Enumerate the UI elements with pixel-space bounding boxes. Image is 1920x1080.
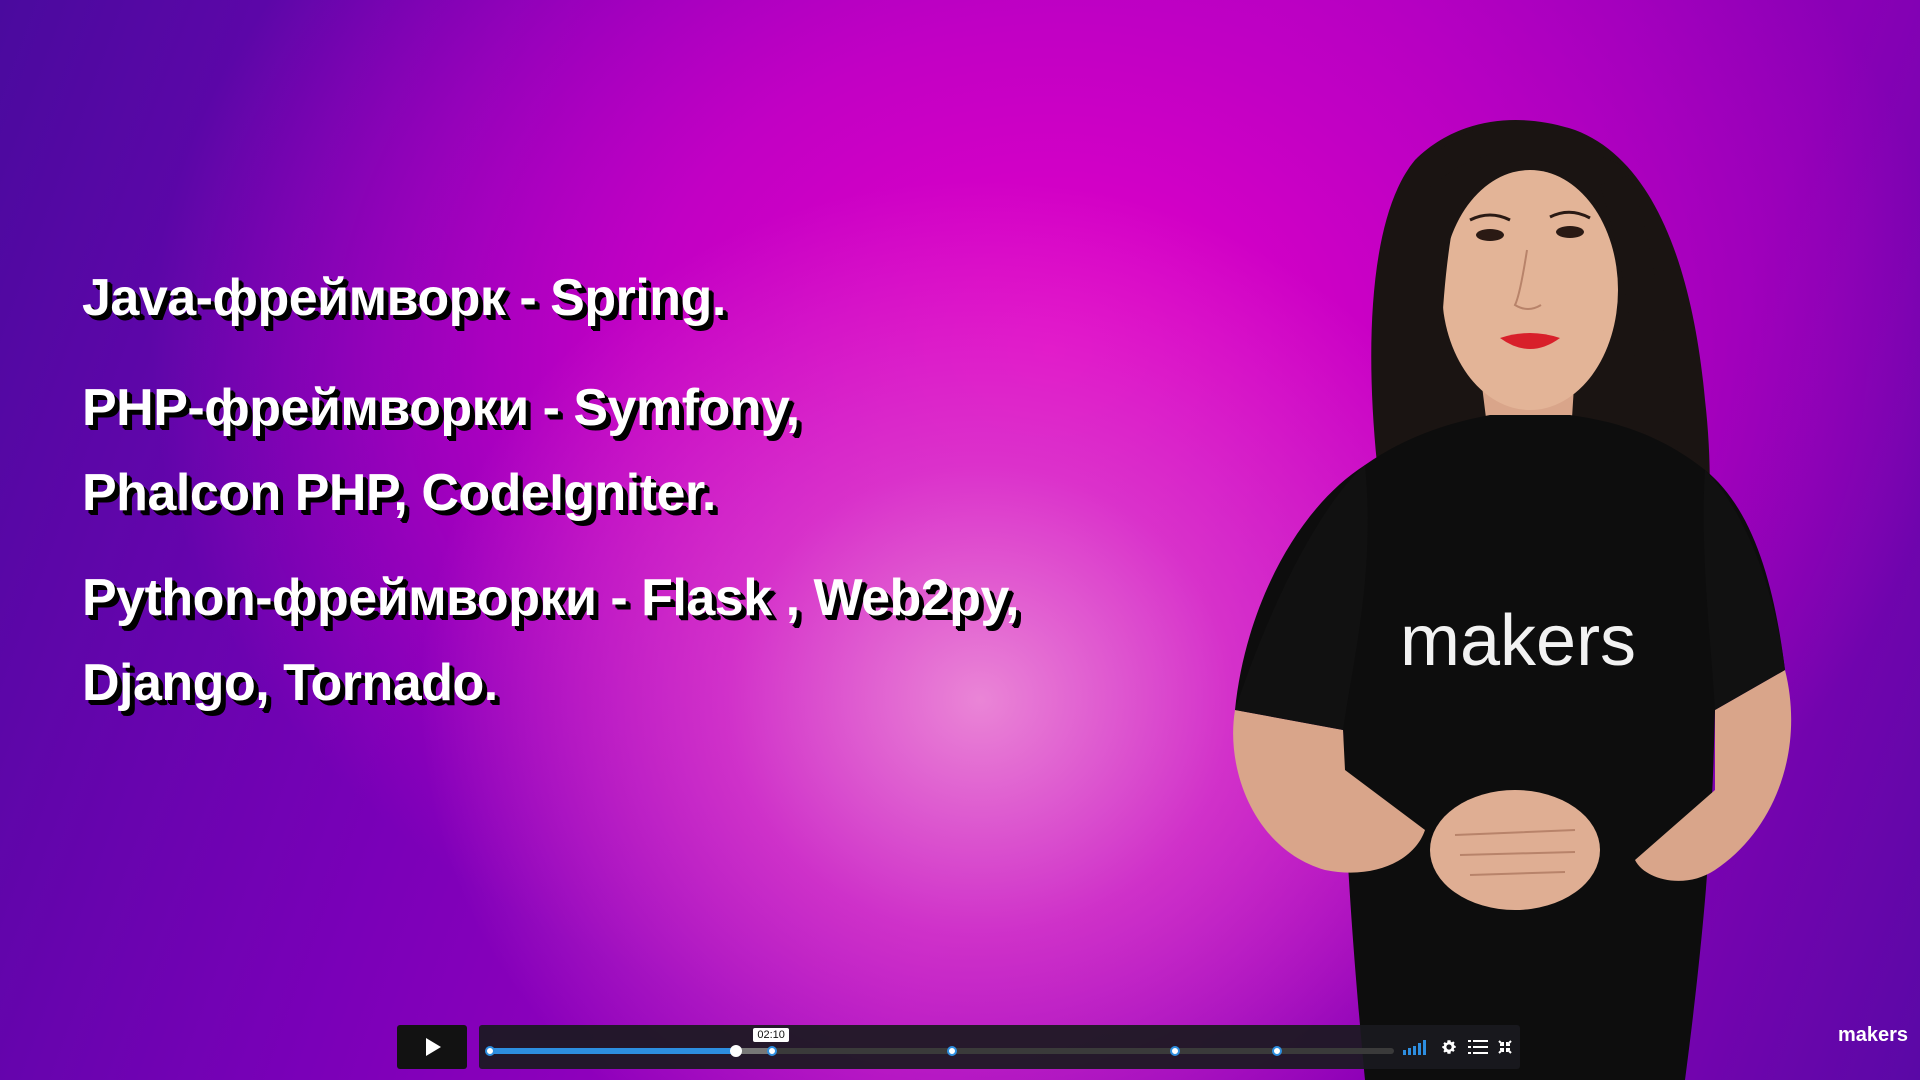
chapter-marker[interactable] [485,1046,495,1056]
progress-handle[interactable] [730,1045,743,1057]
slide-line-php: PHP-фреймворки - Symfony, [82,379,800,437]
list-icon [1468,1040,1488,1054]
gear-icon [1442,1040,1456,1054]
slide-line-java: Java-фреймворк - Spring. [82,269,726,327]
video-player-controls: 02:10 [397,1025,1520,1069]
chapter-marker[interactable] [1170,1046,1181,1056]
chapter-marker[interactable] [947,1046,958,1056]
progress-container: 02:10 [479,1025,1520,1069]
progress-track[interactable]: 02:10 [485,1028,1394,1057]
time-tooltip: 02:10 [753,1028,789,1042]
chapters-button[interactable] [1467,1037,1489,1057]
fullscreen-button[interactable] [1494,1037,1516,1057]
watermark-logo: makers [1837,1024,1908,1046]
volume-bars-icon [1403,1040,1426,1055]
shirt-logo-text: makers [1400,601,1636,681]
volume-button[interactable] [1402,1037,1432,1057]
slide-line-python-2: Django, Tornado. [82,654,498,712]
slide-line-python: Python-фреймворки - Flask , Web2py, [82,569,1019,627]
settings-button[interactable] [1438,1037,1460,1057]
play-button[interactable] [397,1025,467,1069]
video-frame[interactable]: Java-фреймворк - Spring. PHP-фреймворки … [0,0,1920,1080]
fullscreen-exit-icon [1498,1040,1512,1054]
progress-fill [489,1048,737,1054]
slide-line-php-2: Phalcon PHP, CodeIgniter. [82,464,716,522]
chapter-marker[interactable] [1272,1046,1283,1056]
play-icon [426,1038,441,1056]
chapter-marker[interactable] [767,1046,778,1056]
presenter: makers [1233,120,1792,1080]
